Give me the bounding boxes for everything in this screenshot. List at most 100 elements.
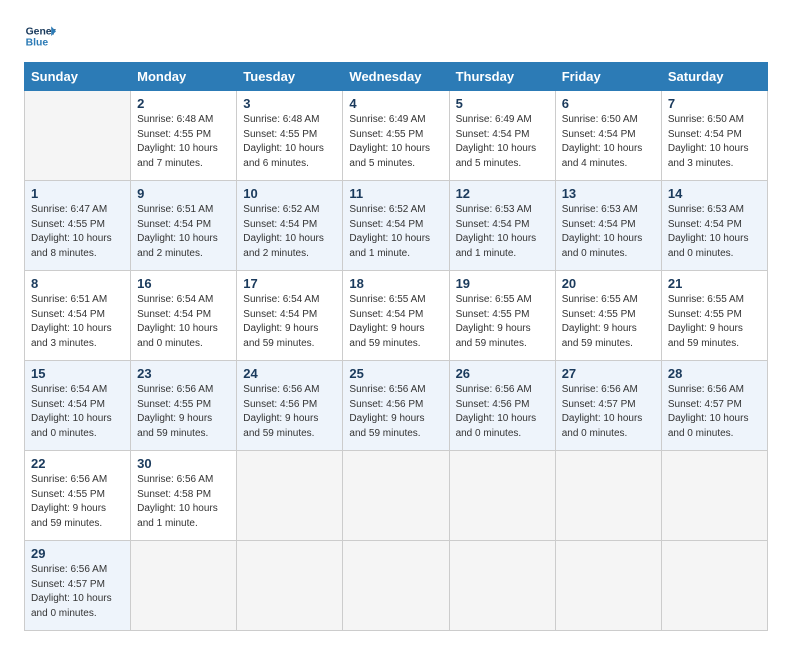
calendar-day-cell: 2Sunrise: 6:48 AM Sunset: 4:55 PM Daylig… [131, 91, 237, 181]
day-info: Sunrise: 6:55 AM Sunset: 4:54 PM Dayligh… [349, 293, 442, 351]
day-info: Sunrise: 6:52 AM Sunset: 4:54 PM Dayligh… [243, 203, 336, 261]
day-number: 2 [137, 96, 230, 111]
calendar-week-row: 1 Sunrise: 6:47 AM Sunset: 4:55 PM Daylig… [25, 181, 768, 271]
day-number: 14 [668, 186, 761, 201]
calendar-day-cell [237, 541, 343, 631]
day-number: 25 [349, 366, 442, 381]
calendar-week-row: 22 Sunrise: 6:56 AM Sunset: 4:55 PM Dayli… [25, 451, 768, 541]
calendar-day-cell: 6 Sunrise: 6:50 AM Sunset: 4:54 PM Daylig… [555, 91, 661, 181]
calendar-day-cell: 28Sunrise: 6:56 AM Sunset: 4:57 PM Dayli… [661, 361, 767, 451]
day-info: Sunrise: 6:56 AM Sunset: 4:56 PM Dayligh… [243, 383, 336, 441]
day-info: Sunrise: 6:55 AM Sunset: 4:55 PM Dayligh… [456, 293, 549, 351]
calendar-header-sunday: Sunday [25, 63, 131, 91]
day-number: 28 [668, 366, 761, 381]
calendar-day-cell: 24 Sunrise: 6:56 AM Sunset: 4:56 PM Dayli… [237, 361, 343, 451]
day-info: Sunrise: 6:52 AM Sunset: 4:54 PM Dayligh… [349, 203, 442, 261]
day-info: Sunrise: 6:56 AM Sunset: 4:55 PM Dayligh… [31, 473, 124, 531]
calendar-day-cell: 15 Sunrise: 6:54 AM Sunset: 4:54 PM Dayli… [25, 361, 131, 451]
day-number: 1 [31, 186, 124, 201]
calendar-week-row: 8 Sunrise: 6:51 AM Sunset: 4:54 PM Daylig… [25, 271, 768, 361]
calendar-day-cell: 21Sunrise: 6:55 AM Sunset: 4:55 PM Dayli… [661, 271, 767, 361]
day-number: 23 [137, 366, 230, 381]
day-number: 9 [137, 186, 230, 201]
day-info: Sunrise: 6:49 AM Sunset: 4:55 PM Dayligh… [349, 113, 442, 171]
calendar-day-cell [661, 541, 767, 631]
day-info: Sunrise: 6:55 AM Sunset: 4:55 PM Dayligh… [562, 293, 655, 351]
day-number: 24 [243, 366, 336, 381]
calendar-header-row: SundayMondayTuesdayWednesdayThursdayFrid… [25, 63, 768, 91]
calendar-day-cell [131, 541, 237, 631]
calendar-day-cell: 3 Sunrise: 6:48 AM Sunset: 4:55 PM Daylig… [237, 91, 343, 181]
day-number: 4 [349, 96, 442, 111]
calendar-week-row: 29 Sunrise: 6:56 AM Sunset: 4:57 PM Dayli… [25, 541, 768, 631]
calendar-day-cell [343, 451, 449, 541]
day-number: 7 [668, 96, 761, 111]
day-info: Sunrise: 6:54 AM Sunset: 4:54 PM Dayligh… [31, 383, 124, 441]
calendar-day-cell: 30Sunrise: 6:56 AM Sunset: 4:58 PM Dayli… [131, 451, 237, 541]
calendar-day-cell: 4 Sunrise: 6:49 AM Sunset: 4:55 PM Daylig… [343, 91, 449, 181]
calendar-day-cell: 27 Sunrise: 6:56 AM Sunset: 4:57 PM Dayli… [555, 361, 661, 451]
logo: General Blue [24, 20, 56, 52]
calendar-day-cell [237, 451, 343, 541]
day-info: Sunrise: 6:53 AM Sunset: 4:54 PM Dayligh… [668, 203, 761, 261]
svg-text:Blue: Blue [26, 38, 49, 49]
day-info: Sunrise: 6:50 AM Sunset: 4:54 PM Dayligh… [562, 113, 655, 171]
calendar-day-cell: 22 Sunrise: 6:56 AM Sunset: 4:55 PM Dayli… [25, 451, 131, 541]
day-number: 22 [31, 456, 124, 471]
logo-icon: General Blue [24, 20, 56, 52]
day-info: Sunrise: 6:50 AM Sunset: 4:54 PM Dayligh… [668, 113, 761, 171]
day-info: Sunrise: 6:56 AM Sunset: 4:56 PM Dayligh… [349, 383, 442, 441]
calendar-day-cell: 19Sunrise: 6:55 AM Sunset: 4:55 PM Dayli… [449, 271, 555, 361]
calendar-day-cell: 25 Sunrise: 6:56 AM Sunset: 4:56 PM Dayli… [343, 361, 449, 451]
day-info: Sunrise: 6:56 AM Sunset: 4:58 PM Dayligh… [137, 473, 230, 531]
day-info: Sunrise: 6:56 AM Sunset: 4:57 PM Dayligh… [31, 563, 124, 621]
day-info: Sunrise: 6:51 AM Sunset: 4:54 PM Dayligh… [137, 203, 230, 261]
day-number: 3 [243, 96, 336, 111]
day-info: Sunrise: 6:56 AM Sunset: 4:56 PM Dayligh… [456, 383, 549, 441]
day-number: 29 [31, 546, 124, 561]
day-info: Sunrise: 6:54 AM Sunset: 4:54 PM Dayligh… [137, 293, 230, 351]
day-number: 13 [562, 186, 655, 201]
calendar-week-row: 15 Sunrise: 6:54 AM Sunset: 4:54 PM Dayli… [25, 361, 768, 451]
day-info: Sunrise: 6:55 AM Sunset: 4:55 PM Dayligh… [668, 293, 761, 351]
day-info: Sunrise: 6:49 AM Sunset: 4:54 PM Dayligh… [456, 113, 549, 171]
calendar-day-cell: 8 Sunrise: 6:51 AM Sunset: 4:54 PM Daylig… [25, 271, 131, 361]
calendar-day-cell: 13Sunrise: 6:53 AM Sunset: 4:54 PM Dayli… [555, 181, 661, 271]
day-info: Sunrise: 6:56 AM Sunset: 4:57 PM Dayligh… [562, 383, 655, 441]
calendar-day-cell: 17 Sunrise: 6:54 AM Sunset: 4:54 PM Dayli… [237, 271, 343, 361]
calendar-day-cell [449, 451, 555, 541]
day-info: Sunrise: 6:56 AM Sunset: 4:55 PM Dayligh… [137, 383, 230, 441]
calendar-header-thursday: Thursday [449, 63, 555, 91]
day-number: 8 [31, 276, 124, 291]
calendar-table: SundayMondayTuesdayWednesdayThursdayFrid… [24, 62, 768, 631]
calendar-day-cell [343, 541, 449, 631]
calendar-day-cell: 14 Sunrise: 6:53 AM Sunset: 4:54 PM Dayli… [661, 181, 767, 271]
day-number: 26 [456, 366, 549, 381]
day-info: Sunrise: 6:53 AM Sunset: 4:54 PM Dayligh… [456, 203, 549, 261]
day-number: 18 [349, 276, 442, 291]
calendar-day-cell: 10 Sunrise: 6:52 AM Sunset: 4:54 PM Dayli… [237, 181, 343, 271]
day-number: 12 [456, 186, 549, 201]
day-number: 6 [562, 96, 655, 111]
calendar-day-cell: 18 Sunrise: 6:55 AM Sunset: 4:54 PM Dayli… [343, 271, 449, 361]
day-number: 17 [243, 276, 336, 291]
day-info: Sunrise: 6:47 AM Sunset: 4:55 PM Dayligh… [31, 203, 124, 261]
day-number: 27 [562, 366, 655, 381]
day-info: Sunrise: 6:54 AM Sunset: 4:54 PM Dayligh… [243, 293, 336, 351]
calendar-header-friday: Friday [555, 63, 661, 91]
calendar-day-cell: 23 Sunrise: 6:56 AM Sunset: 4:55 PM Dayli… [131, 361, 237, 451]
day-number: 15 [31, 366, 124, 381]
day-number: 5 [456, 96, 549, 111]
calendar-header-saturday: Saturday [661, 63, 767, 91]
day-info: Sunrise: 6:48 AM Sunset: 4:55 PM Dayligh… [243, 113, 336, 171]
calendar-header-monday: Monday [131, 63, 237, 91]
calendar-day-cell: 26 Sunrise: 6:56 AM Sunset: 4:56 PM Dayli… [449, 361, 555, 451]
calendar-day-cell: 5 Sunrise: 6:49 AM Sunset: 4:54 PM Daylig… [449, 91, 555, 181]
calendar-day-cell [661, 451, 767, 541]
calendar-day-cell: 29 Sunrise: 6:56 AM Sunset: 4:57 PM Dayli… [25, 541, 131, 631]
day-info: Sunrise: 6:51 AM Sunset: 4:54 PM Dayligh… [31, 293, 124, 351]
calendar-header-tuesday: Tuesday [237, 63, 343, 91]
calendar-day-cell: 20Sunrise: 6:55 AM Sunset: 4:55 PM Dayli… [555, 271, 661, 361]
day-number: 10 [243, 186, 336, 201]
calendar-day-cell: 16Sunrise: 6:54 AM Sunset: 4:54 PM Dayli… [131, 271, 237, 361]
